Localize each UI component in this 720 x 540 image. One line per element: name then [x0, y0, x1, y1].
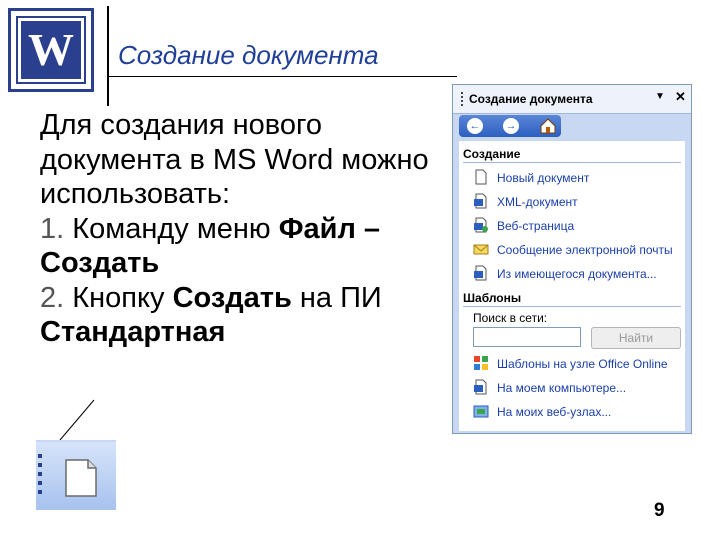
point-2-text: Кнопку	[72, 281, 173, 314]
create-item-label[interactable]: XML-документ	[497, 195, 578, 209]
task-pane: Создание документа ▼ ✕ ← → Создание Новы…	[452, 84, 692, 434]
create-item-label[interactable]: Новый документ	[497, 171, 589, 185]
task-pane-body: Создание Новый документ XML-документ Веб…	[459, 141, 685, 431]
point-2-number: 2.	[40, 281, 65, 314]
word-logo: W	[8, 8, 94, 92]
point-2-tail: на ПИ	[291, 281, 382, 314]
home-icon[interactable]	[539, 117, 557, 135]
point-1: 1. Команду меню Файл – Создать	[40, 212, 440, 281]
task-pane-nav: ← →	[459, 115, 561, 137]
existing-doc-icon	[474, 265, 487, 281]
new-document-icon[interactable]	[64, 458, 98, 498]
forward-icon[interactable]: →	[503, 118, 519, 134]
title-vertical-rule	[107, 6, 109, 106]
task-pane-header: Создание документа ▼ ✕	[453, 85, 691, 114]
word-logo-letter: W	[28, 24, 74, 75]
template-item-label[interactable]: На моем компьютере...	[497, 381, 626, 395]
point-1-text: Команду меню	[72, 212, 279, 245]
template-item-label[interactable]: Шаблоны на узле Office Online	[497, 357, 668, 371]
title-horizontal-rule	[107, 76, 457, 77]
slide-body: Для создания нового документа в MS Word …	[40, 108, 440, 350]
section-templates-rule	[463, 306, 681, 307]
chevron-down-icon[interactable]: ▼	[655, 91, 665, 102]
my-websites-icon	[473, 405, 489, 418]
point-2-bold: Создать	[172, 281, 292, 314]
slide-title: Создание документа	[118, 40, 379, 70]
search-button[interactable]: Найти	[591, 327, 681, 349]
point-2: 2. Кнопку Создать на ПИ Стандартная	[40, 281, 440, 350]
web-page-icon	[474, 217, 488, 233]
intro-text: Для создания нового документа в MS Word …	[40, 109, 429, 210]
pointer-line	[59, 399, 95, 441]
create-item-label[interactable]: Сообщение электронной почты	[497, 243, 673, 257]
task-pane-title: Создание документа	[469, 92, 593, 106]
create-item-label[interactable]: Веб-страница	[497, 219, 574, 233]
point-2-bold-2: Стандартная	[40, 316, 226, 348]
point-1-number: 1.	[40, 212, 65, 245]
page-number: 9	[654, 500, 665, 521]
task-pane-grip[interactable]	[461, 92, 464, 108]
blank-doc-icon	[475, 169, 487, 185]
section-create-rule	[463, 162, 681, 163]
back-icon[interactable]: ←	[467, 118, 483, 134]
word-logo-inner: W	[16, 16, 86, 84]
search-label: Поиск в сети:	[473, 311, 548, 325]
office-online-icon	[474, 356, 488, 370]
close-icon[interactable]: ✕	[675, 89, 686, 105]
template-item-label[interactable]: На моих веб-узлах...	[497, 405, 611, 419]
section-create-heading: Создание	[463, 147, 521, 161]
create-item-label[interactable]: Из имеющегося документа...	[497, 267, 657, 281]
xml-doc-icon	[474, 193, 487, 209]
search-input[interactable]	[473, 327, 581, 347]
toolbar-grip[interactable]	[38, 454, 44, 499]
section-templates-heading: Шаблоны	[463, 291, 522, 305]
my-computer-icon	[474, 379, 487, 395]
email-icon	[473, 244, 489, 255]
standard-toolbar-fragment	[36, 440, 116, 510]
